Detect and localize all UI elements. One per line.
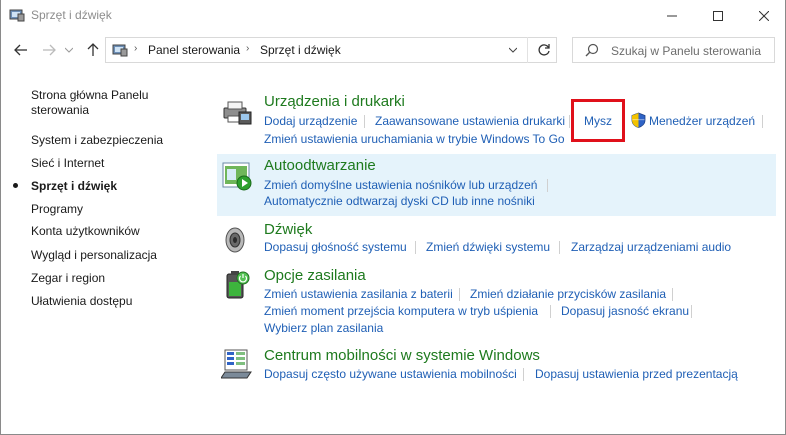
- window-title: Sprzęt i dźwięk: [31, 8, 112, 22]
- active-item-bullet: [13, 183, 18, 188]
- breadcrumb-separator[interactable]: ›: [246, 43, 249, 54]
- link-power-buttons[interactable]: Zmień działanie przycisków zasilania: [470, 287, 666, 301]
- link-mobility-settings[interactable]: Dopasuj często używane ustawienia mobiln…: [264, 367, 517, 381]
- search-icon: [585, 43, 599, 57]
- speaker-icon: [225, 227, 245, 253]
- arrow-left-icon: [14, 44, 27, 56]
- arrow-up-icon: [87, 43, 99, 56]
- refresh-button[interactable]: [531, 37, 557, 63]
- link-change-default-media[interactable]: Zmień domyślne ustawienia nośników lub u…: [264, 178, 537, 192]
- link-device-manager[interactable]: Menedżer urządzeń: [649, 114, 755, 128]
- search-box[interactable]: [572, 37, 775, 63]
- search-input[interactable]: [611, 42, 771, 59]
- close-icon: [759, 10, 769, 21]
- sidebar-item-user-accounts[interactable]: Konta użytkowników: [31, 224, 140, 239]
- link-separator: [569, 115, 570, 128]
- link-separator: [691, 305, 692, 318]
- category-title-autoplay[interactable]: Autoodtwarzanie: [264, 157, 376, 174]
- sidebar-item-home-line1[interactable]: Strona główna Panelu: [31, 88, 148, 103]
- chevron-down-icon: [509, 47, 517, 53]
- chevron-down-icon: [65, 47, 73, 53]
- mobility-center-icon: [221, 349, 252, 379]
- link-sleep-settings[interactable]: Zmień moment przejścia komputera w tryb …: [264, 304, 538, 318]
- sidebar-item-network[interactable]: Sieć i Internet: [31, 156, 104, 171]
- link-adjust-volume[interactable]: Dopasuj głośność systemu: [264, 240, 407, 254]
- link-presentation-settings[interactable]: Dopasuj ustawienia przed prezentacją: [535, 367, 738, 381]
- title-bar: Sprzęt i dźwięk: [1, 0, 786, 31]
- breadcrumb-control-panel[interactable]: Panel sterowania: [148, 43, 240, 57]
- link-add-device[interactable]: Dodaj urządzenie: [264, 114, 357, 128]
- sidebar-item-home-line2[interactable]: sterowania: [31, 103, 89, 118]
- refresh-icon: [538, 44, 550, 56]
- link-separator: [459, 288, 460, 301]
- control-panel-window: Sprzęt i dźwięk › Panel sterowania › Spr…: [0, 0, 786, 435]
- sidebar-item-accessibility[interactable]: Ułatwienia dostępu: [31, 294, 132, 309]
- category-power: Opcje zasilania Zmień ustawienia zasilan…: [217, 264, 776, 340]
- link-separator: [559, 241, 560, 254]
- address-history-button[interactable]: [501, 37, 525, 63]
- printer-icon: [223, 101, 252, 125]
- category-title-power[interactable]: Opcje zasilania: [264, 267, 366, 284]
- breadcrumb-hardware-sound[interactable]: Sprzęt i dźwięk: [260, 43, 341, 57]
- link-windows-to-go[interactable]: Zmień ustawienia uruchamiania w trybie W…: [264, 132, 565, 146]
- link-autoplay-cds[interactable]: Automatycznie odtwarzaj dyski CD lub inn…: [264, 194, 535, 208]
- back-button[interactable]: [11, 40, 31, 60]
- sidebar-item-clock-region[interactable]: Zegar i region: [31, 271, 105, 286]
- breadcrumb-separator[interactable]: ›: [134, 43, 137, 54]
- minimize-icon: [667, 15, 677, 16]
- battery-icon: [226, 271, 250, 299]
- forward-button[interactable]: [39, 40, 59, 60]
- link-separator: [415, 241, 416, 254]
- link-separator: [523, 368, 524, 381]
- category-autoplay: Autoodtwarzanie Zmień domyślne ustawieni…: [217, 154, 776, 216]
- control-panel-icon: [112, 44, 128, 57]
- link-separator: [762, 115, 763, 128]
- sidebar-item-appearance[interactable]: Wygląd i personalizacja: [31, 248, 157, 263]
- control-panel-icon: [9, 9, 25, 22]
- category-title-mobility[interactable]: Centrum mobilności w systemie Windows: [264, 347, 540, 364]
- link-separator: [672, 288, 673, 301]
- link-advanced-printer-settings[interactable]: Zaawansowane ustawienia drukarki: [375, 114, 565, 128]
- close-button[interactable]: [741, 0, 786, 31]
- link-battery-power-settings[interactable]: Zmień ustawienia zasilania z baterii: [264, 287, 453, 301]
- category-mobility: Centrum mobilności w systemie Windows Do…: [217, 344, 776, 386]
- mouse-link-highlight-box: [571, 99, 625, 142]
- link-change-system-sounds[interactable]: Zmień dźwięki systemu: [426, 240, 550, 254]
- minimize-button[interactable]: [649, 0, 695, 31]
- arrow-right-icon: [43, 44, 56, 56]
- sidebar-item-hardware-sound[interactable]: Sprzęt i dźwięk: [31, 179, 117, 194]
- sidebar-item-programs[interactable]: Programy: [31, 202, 83, 217]
- link-separator: [547, 179, 548, 192]
- category-sound: Dźwięk Dopasuj głośność systemu Zmień dź…: [217, 218, 776, 260]
- recent-locations-button[interactable]: [63, 40, 75, 60]
- category-title-devices[interactable]: Urządzenia i drukarki: [264, 93, 405, 110]
- up-button[interactable]: [83, 40, 103, 60]
- autoplay-icon: [222, 162, 252, 191]
- address-bar[interactable]: › Panel sterowania › Sprzęt i dźwięk: [105, 37, 557, 63]
- maximize-icon: [713, 10, 723, 21]
- link-manage-audio-devices[interactable]: Zarządzaj urządzeniami audio: [571, 240, 731, 254]
- address-divider: [527, 37, 528, 63]
- link-choose-power-plan[interactable]: Wybierz plan zasilania: [264, 321, 383, 335]
- link-screen-brightness[interactable]: Dopasuj jasność ekranu: [561, 304, 689, 318]
- link-separator: [550, 305, 551, 318]
- category-devices: Urządzenia i drukarki Dodaj urządzenie Z…: [217, 90, 776, 150]
- maximize-button[interactable]: [695, 0, 741, 31]
- sidebar-item-system-security[interactable]: System i zabezpieczenia: [31, 133, 163, 148]
- link-separator: [364, 115, 365, 128]
- category-title-sound[interactable]: Dźwięk: [264, 221, 312, 238]
- shield-icon: [631, 112, 646, 128]
